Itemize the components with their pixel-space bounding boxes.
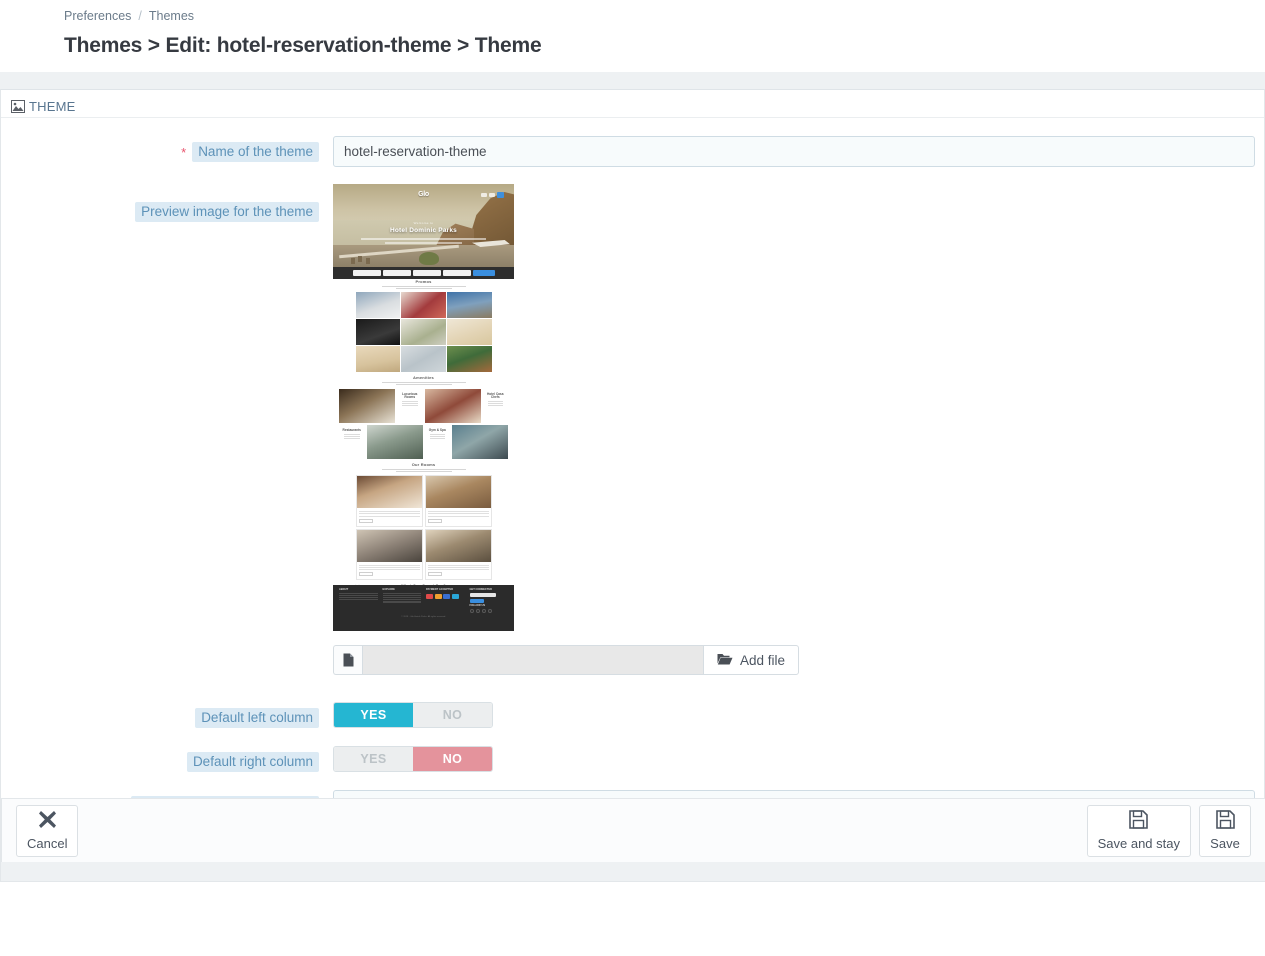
preview-image-label-cell: Preview image for the theme — [1, 184, 319, 222]
breadcrumb-parent[interactable]: Preferences — [64, 9, 131, 23]
page-title: Themes > Edit: hotel-reservation-theme >… — [64, 34, 542, 57]
form-footer-bar: Cancel Save and stay Save — [1, 798, 1265, 862]
thumb-amenity-label: Gym & Spa — [428, 428, 446, 432]
save-button[interactable]: Save — [1199, 804, 1251, 857]
default-right-column-label: Default right column — [186, 752, 319, 772]
thumb-section-promos: Promos — [415, 279, 432, 284]
default-left-column-yes[interactable]: YES — [334, 703, 413, 727]
save-and-stay-label: Save and stay — [1097, 836, 1180, 851]
add-file-label: Add file — [740, 652, 786, 668]
thumb-amenity-label: Luxurious Rooms — [402, 392, 418, 400]
thumb-site-logo: Glo — [418, 191, 429, 198]
picture-icon — [11, 100, 25, 113]
default-left-column-label-cell: Default left column — [1, 702, 319, 728]
breadcrumb-separator: / — [138, 9, 142, 23]
footer-divider-band — [1, 862, 1265, 881]
theme-panel: THEME * Name of the theme Preview image … — [0, 89, 1265, 882]
thumb-amenity-label: Hotel Casa Chefs — [487, 392, 504, 400]
breadcrumb-current[interactable]: Themes — [149, 9, 194, 23]
form-row-default-right-column: Default right column YES NO — [1, 746, 1264, 772]
close-x-icon — [38, 810, 57, 832]
page-header: Preferences / Themes Themes > Edit: hotel-… — [0, 0, 1265, 72]
footer-right-actions: Save and stay Save — [1086, 804, 1251, 857]
default-left-column-no[interactable]: NO — [413, 703, 492, 727]
floppy-disk-icon — [1129, 810, 1149, 832]
form-row-default-left-column: Default left column YES NO — [1, 702, 1264, 728]
default-left-column-toggle[interactable]: YES NO — [333, 702, 493, 728]
thumb-search-bar — [333, 267, 514, 279]
default-right-column-field-cell: YES NO — [319, 746, 493, 772]
thumb-amenities: Luxurious Rooms Hotel Casa Chefs Restaur… — [339, 389, 508, 459]
breadcrumb: Preferences / Themes — [64, 8, 1265, 25]
thumb-rooms-grid — [355, 475, 492, 581]
default-left-column-field-cell: YES NO — [319, 702, 493, 728]
thumb-hero: Glo Welcome to Hotel Dominic Parks — [333, 184, 514, 267]
panel-body: * Name of the theme Preview image for th… — [1, 118, 1264, 867]
cancel-label: Cancel — [27, 836, 68, 851]
thumb-footer-copyright: © 2018 - Glo Hotels Parks. All rights re… — [401, 616, 446, 619]
header-divider-band — [0, 72, 1265, 89]
cancel-button[interactable]: Cancel — [16, 804, 79, 857]
thumb-site-footer: ABOUT EXPLORE PAYMENT ACCEPTED GET CONNE… — [333, 585, 514, 631]
file-icon — [333, 645, 362, 675]
thumb-amenity-label: Restaurants — [342, 428, 361, 432]
default-right-column-yes[interactable]: YES — [334, 747, 413, 771]
panel-title: THEME — [29, 99, 76, 114]
save-and-stay-button[interactable]: Save and stay — [1086, 804, 1191, 857]
theme-name-input[interactable] — [333, 136, 1255, 167]
folder-open-icon — [717, 652, 733, 668]
thumb-hero-kicker: Welcome to — [413, 221, 434, 225]
file-name-display[interactable] — [362, 645, 703, 675]
form-row-preview-image: Preview image for the theme Glo Welcome … — [1, 184, 1264, 675]
default-right-column-no[interactable]: NO — [413, 747, 492, 771]
default-left-column-label: Default left column — [195, 708, 319, 728]
floppy-disk-icon — [1215, 810, 1235, 832]
default-right-column-toggle[interactable]: YES NO — [333, 746, 493, 772]
thumb-search-button — [472, 270, 495, 276]
theme-name-label-cell: * Name of the theme — [1, 136, 319, 162]
preview-thumbnail-wrap: Glo Welcome to Hotel Dominic Parks Promo… — [333, 184, 514, 631]
theme-name-label: Name of the theme — [192, 142, 319, 162]
default-right-column-label-cell: Default right column — [1, 746, 319, 772]
add-file-button[interactable]: Add file — [703, 645, 800, 675]
required-asterisk: * — [181, 144, 187, 160]
preview-image-field-cell: Glo Welcome to Hotel Dominic Parks Promo… — [319, 184, 800, 675]
panel-header: THEME — [1, 90, 1264, 118]
thumb-hero-title: Hotel Dominic Parks — [389, 227, 457, 234]
preview-image-label: Preview image for the theme — [135, 202, 319, 222]
save-label: Save — [1210, 836, 1240, 851]
thumb-section-our-rooms: Our Rooms — [411, 462, 436, 467]
file-upload-row: Add file — [333, 645, 800, 675]
thumb-gallery — [355, 292, 492, 372]
form-row-theme-name: * Name of the theme — [1, 136, 1264, 167]
preview-thumbnail-image: Glo Welcome to Hotel Dominic Parks Promo… — [333, 184, 514, 631]
theme-name-field-cell — [319, 136, 1255, 167]
thumb-section-amenities: Amenities — [413, 375, 434, 380]
